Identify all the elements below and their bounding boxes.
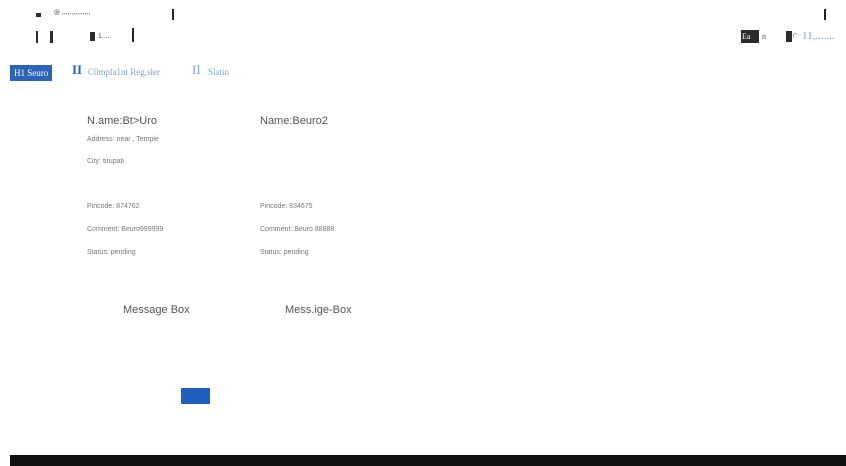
header-right-text-2: ("· [793, 33, 800, 39]
nav-separator-2: II [192, 62, 201, 77]
complaint-name: Name:Beuro2 [260, 115, 328, 127]
header-divider [172, 9, 174, 20]
header-logo-mark [36, 13, 41, 17]
submit-button[interactable] [181, 388, 210, 404]
header-divider-right [824, 9, 826, 20]
tab-home[interactable]: H1 Seuro [10, 65, 53, 81]
header-right-text: n [762, 32, 766, 41]
complaint-status: Status: pending [260, 249, 309, 256]
complaint-city: City: tirupati [87, 158, 124, 165]
complaint-comment: Comment: Beuro 88888 [260, 226, 335, 233]
message-box-link[interactable]: Message Box [123, 304, 190, 316]
complaint-comment: Comment: Beuro999999 [87, 226, 164, 233]
header-right-link[interactable]: 11,....... [802, 30, 835, 42]
header-icon-b [50, 31, 53, 43]
header-divider-2 [132, 28, 134, 42]
message-box-link[interactable]: Mess.ige-Box [285, 304, 352, 316]
complaint-pincode: Pincode: 874762 [87, 203, 140, 210]
header-icon-a [36, 31, 38, 43]
header-second-text: 1..... [98, 33, 112, 40]
complaint-pincode: Pincode: 834675 [260, 203, 313, 210]
header-account-button[interactable]: Ea [741, 30, 759, 43]
header-top-text: @ ,,,,,,,,,,,,,,, [54, 9, 91, 16]
nav-separator: II [72, 62, 83, 77]
tab-complaint-register[interactable]: C0mpla1nt Reg,sler [88, 67, 160, 77]
tab-status[interactable]: Slatin [208, 67, 229, 77]
header-icon-c [90, 32, 95, 41]
complaint-address: Address: near , Temple [87, 136, 159, 143]
complaint-status: Status: pending [87, 249, 136, 256]
header-icon-right [786, 31, 792, 42]
complaint-name: N.ame:Bt>Uro [87, 115, 157, 127]
footer-bar [10, 455, 846, 466]
